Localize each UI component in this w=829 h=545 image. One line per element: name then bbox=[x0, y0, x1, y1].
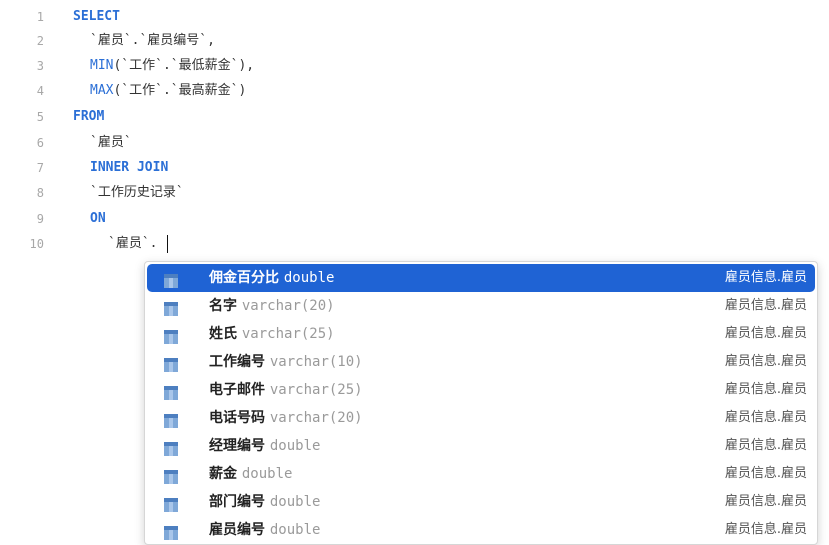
column-icon bbox=[163, 523, 179, 540]
line-number: 5 bbox=[36, 110, 44, 124]
line-number: 9 bbox=[36, 212, 44, 226]
column-source: 雇员信息.雇员 bbox=[724, 270, 807, 285]
line-number: 7 bbox=[36, 161, 44, 175]
code-line-10[interactable]: 10 `雇员`. bbox=[0, 233, 829, 255]
code-text-wrap: MAX(`工作`.`最高薪金`) bbox=[90, 80, 246, 102]
autocomplete-item[interactable]: 佣金百分比 double 雇员信息.雇员 bbox=[147, 264, 815, 292]
column-source: 雇员信息.雇员 bbox=[724, 438, 807, 453]
column-name: 电子邮件 varchar(25) bbox=[209, 376, 363, 404]
autocomplete-popup[interactable]: 佣金百分比 double 雇员信息.雇员 名字 varchar(20) 雇员信息.雇员… bbox=[144, 261, 818, 545]
keyword-inner-join: INNER JOIN bbox=[90, 160, 169, 175]
function-max: MAX bbox=[90, 83, 114, 98]
column-name: 佣金百分比 double bbox=[209, 264, 334, 292]
column-name: 名字 varchar(20) bbox=[209, 292, 335, 320]
line-number: 3 bbox=[36, 59, 44, 73]
column-name: 薪金 double bbox=[209, 460, 292, 488]
autocomplete-item[interactable]: 名字 varchar(20) 雇员信息.雇员 bbox=[147, 292, 815, 320]
code-line-9[interactable]: 9 ON bbox=[0, 208, 829, 230]
line-number: 6 bbox=[36, 136, 44, 150]
column-name-text: 佣金百分比 bbox=[209, 270, 279, 286]
column-source: 雇员信息.雇员 bbox=[724, 466, 807, 481]
code-text-wrap: MIN(`工作`.`最低薪金`), bbox=[90, 55, 254, 77]
column-name: 部门编号 double bbox=[209, 488, 320, 516]
code-line-3[interactable]: 3 MIN(`工作`.`最低薪金`), bbox=[0, 55, 829, 77]
autocomplete-item[interactable]: 经理编号 double 雇员信息.雇员 bbox=[147, 432, 815, 460]
keyword-from: FROM bbox=[73, 109, 105, 124]
line-number: 2 bbox=[36, 34, 44, 48]
column-name-text: 经理编号 bbox=[209, 438, 265, 454]
line-number: 1 bbox=[36, 10, 44, 24]
code-line-2[interactable]: 2 `雇员`.`雇员编号`, bbox=[0, 30, 829, 52]
column-source: 雇员信息.雇员 bbox=[724, 522, 807, 537]
column-icon bbox=[163, 327, 179, 344]
code-text: `雇员` bbox=[90, 135, 132, 150]
column-icon bbox=[163, 271, 179, 288]
column-type: double bbox=[269, 522, 321, 538]
autocomplete-item[interactable]: 薪金 double 雇员信息.雇员 bbox=[147, 460, 815, 488]
column-name: 工作编号 varchar(10) bbox=[209, 348, 363, 376]
column-type: varchar(20) bbox=[269, 410, 363, 426]
line-number: 4 bbox=[36, 84, 44, 98]
column-name: 电话号码 varchar(20) bbox=[209, 404, 363, 432]
column-icon bbox=[163, 439, 179, 456]
column-source: 雇员信息.雇员 bbox=[724, 382, 807, 397]
column-name-text: 名字 bbox=[209, 298, 237, 314]
column-source: 雇员信息.雇员 bbox=[724, 298, 807, 313]
line-number: 10 bbox=[29, 237, 44, 251]
column-type: double bbox=[269, 494, 321, 510]
code-text: `工作历史记录` bbox=[90, 185, 184, 200]
autocomplete-item[interactable]: 电话号码 varchar(20) 雇员信息.雇员 bbox=[147, 404, 815, 432]
column-type: varchar(10) bbox=[269, 354, 363, 370]
keyword-on: ON bbox=[90, 211, 106, 226]
sql-editor[interactable]: 1 SELECT 2 `雇员`.`雇员编号`, 3 MIN(`工作`.`最低薪金… bbox=[0, 0, 829, 545]
column-type: double bbox=[283, 270, 335, 286]
column-name-text: 姓氏 bbox=[209, 326, 237, 342]
column-type: varchar(25) bbox=[241, 326, 335, 342]
text-cursor bbox=[167, 235, 168, 253]
column-name-text: 薪金 bbox=[209, 466, 237, 482]
code-line-8[interactable]: 8 `工作历史记录` bbox=[0, 182, 829, 204]
column-source: 雇员信息.雇员 bbox=[724, 494, 807, 509]
function-min: MIN bbox=[90, 58, 114, 73]
code-line-1[interactable]: 1 SELECT bbox=[0, 6, 829, 28]
column-type: varchar(25) bbox=[269, 382, 363, 398]
column-source: 雇员信息.雇员 bbox=[724, 354, 807, 369]
autocomplete-item[interactable]: 电子邮件 varchar(25) 雇员信息.雇员 bbox=[147, 376, 815, 404]
column-icon bbox=[163, 411, 179, 428]
autocomplete-item[interactable]: 工作编号 varchar(10) 雇员信息.雇员 bbox=[147, 348, 815, 376]
column-type: double bbox=[269, 438, 321, 454]
column-source: 雇员信息.雇员 bbox=[724, 410, 807, 425]
column-name-text: 工作编号 bbox=[209, 354, 265, 370]
keyword-select: SELECT bbox=[73, 9, 120, 24]
autocomplete-item[interactable]: 姓氏 varchar(25) 雇员信息.雇员 bbox=[147, 320, 815, 348]
column-icon bbox=[163, 355, 179, 372]
code-line-7[interactable]: 7 INNER JOIN bbox=[0, 157, 829, 179]
column-icon bbox=[163, 299, 179, 316]
code-line-4[interactable]: 4 MAX(`工作`.`最高薪金`) bbox=[0, 80, 829, 102]
line-number: 8 bbox=[36, 186, 44, 200]
column-name: 雇员编号 double bbox=[209, 516, 320, 544]
code-text: `雇员`. bbox=[108, 236, 158, 251]
code-text: (`工作`.`最高薪金`) bbox=[113, 83, 247, 98]
autocomplete-item[interactable]: 部门编号 double 雇员信息.雇员 bbox=[147, 488, 815, 516]
column-name: 姓氏 varchar(25) bbox=[209, 320, 335, 348]
column-icon bbox=[163, 467, 179, 484]
column-type: double bbox=[241, 466, 293, 482]
column-icon bbox=[163, 383, 179, 400]
column-icon bbox=[163, 495, 179, 512]
column-name: 经理编号 double bbox=[209, 432, 320, 460]
column-name-text: 电子邮件 bbox=[209, 382, 265, 398]
column-name-text: 电话号码 bbox=[209, 410, 265, 426]
code-text: (`工作`.`最低薪金`), bbox=[113, 58, 255, 73]
column-name-text: 雇员编号 bbox=[209, 522, 265, 538]
column-source: 雇员信息.雇员 bbox=[724, 326, 807, 341]
autocomplete-item[interactable]: 雇员编号 double 雇员信息.雇员 bbox=[147, 516, 815, 544]
column-name-text: 部门编号 bbox=[209, 494, 265, 510]
column-type: varchar(20) bbox=[241, 298, 335, 314]
code-line-6[interactable]: 6 `雇员` bbox=[0, 132, 829, 154]
code-line-5[interactable]: 5 FROM bbox=[0, 106, 829, 128]
code-text: `雇员`.`雇员编号`, bbox=[90, 33, 215, 48]
